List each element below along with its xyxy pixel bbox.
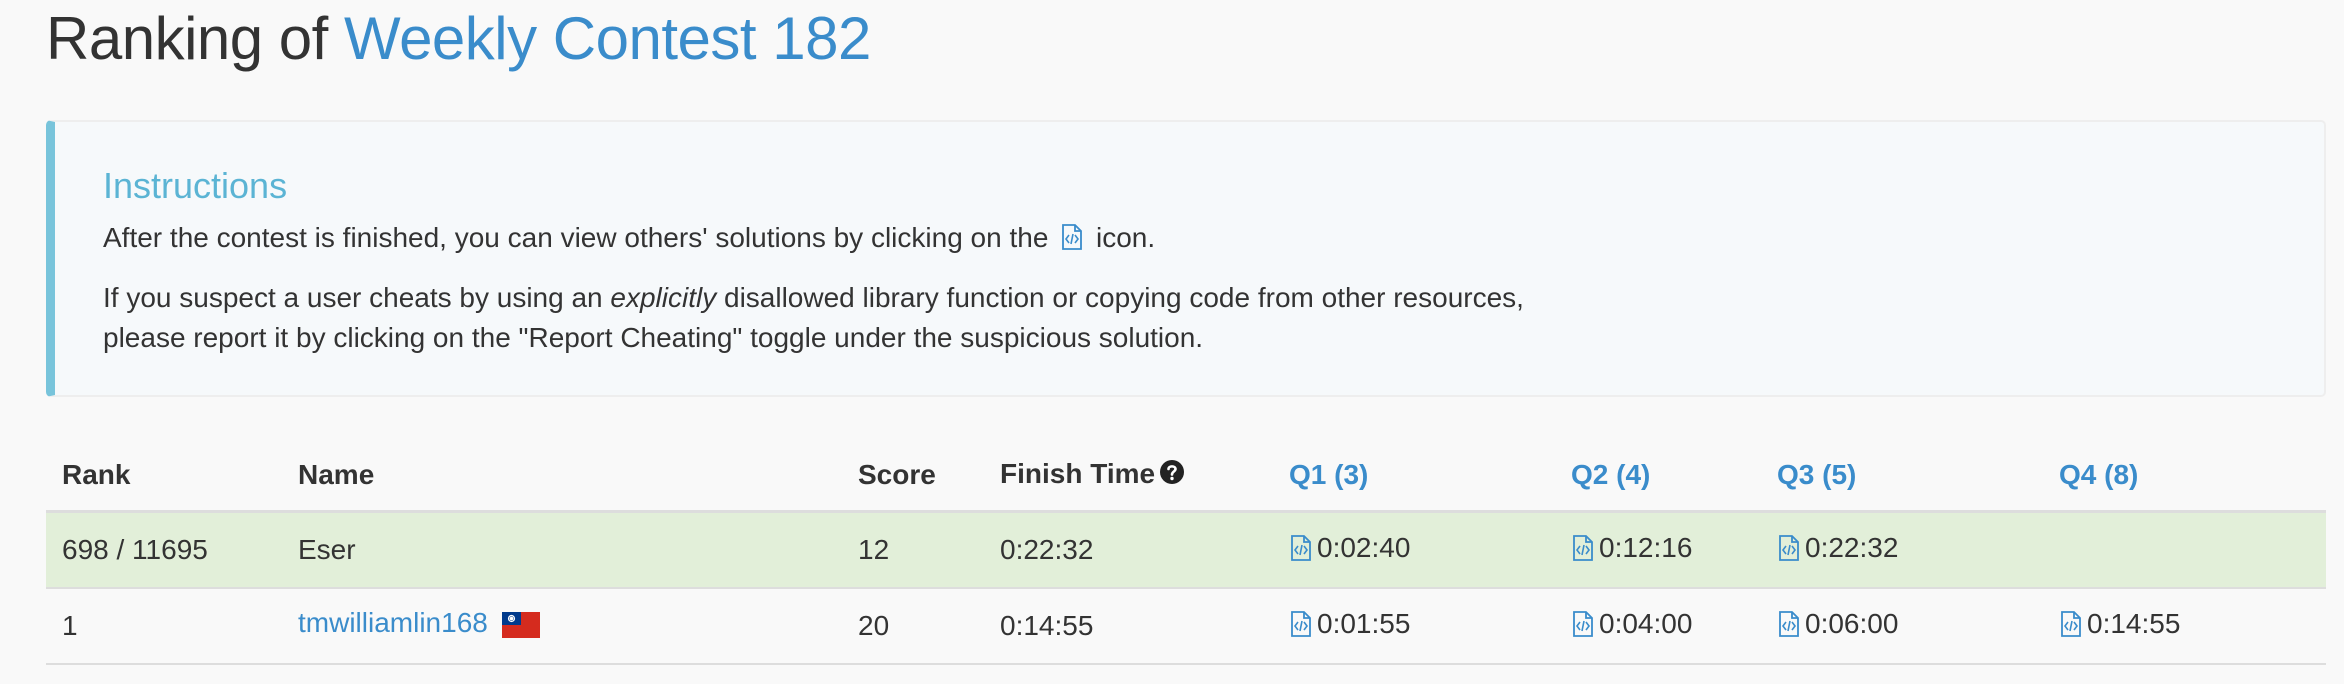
ranking-table: Rank Name Score Finish Time Q1 (3) Q2 (4… — [46, 440, 2326, 665]
instructions-paragraph-2: If you suspect a user cheats by using an… — [103, 278, 1703, 358]
code-file-icon — [1060, 222, 1084, 262]
code-file-icon[interactable] — [1571, 610, 1595, 645]
q1-time: 0:02:40 — [1317, 531, 1411, 563]
question-circle-icon[interactable] — [1159, 459, 1185, 492]
cell-rank: 698 / 11695 — [46, 511, 282, 589]
header-finish-time-label: Finish Time — [1000, 458, 1156, 489]
code-file-icon[interactable] — [1289, 610, 1313, 645]
instructions-heading: Instructions — [103, 165, 288, 206]
instructions-p2-line-1: If you suspect a user cheats by using an… — [103, 278, 1703, 318]
code-file-icon[interactable] — [2059, 610, 2083, 645]
contest-link[interactable]: Weekly Contest 182 — [344, 5, 871, 72]
q3-time: 0:22:32 — [1805, 531, 1899, 563]
cell-name: tmwilliamlin168 — [282, 588, 842, 665]
header-q1[interactable]: Q1 (3) — [1273, 440, 1555, 513]
instructions-p1-text-before: After the contest is finished, you can v… — [103, 222, 1057, 253]
table-header-row: Rank Name Score Finish Time Q1 (3) Q2 (4… — [46, 440, 2326, 513]
cell-q4 — [2043, 511, 2326, 589]
cell-q1: 0:02:40 — [1273, 511, 1555, 589]
table-row-current-user: 698 / 11695 Eser 12 0:22:32 0:02:40 0:12… — [46, 511, 2326, 589]
q2-time: 0:04:00 — [1599, 607, 1693, 639]
header-q4[interactable]: Q4 (8) — [2043, 440, 2326, 513]
instructions-paragraph-1: After the contest is finished, you can v… — [103, 218, 1155, 262]
cell-q4: 0:14:55 — [2043, 588, 2326, 665]
cell-finish-time: 0:22:32 — [984, 511, 1273, 589]
taiwan-flag-icon — [501, 612, 540, 645]
header-finish-time: Finish Time — [984, 440, 1273, 513]
instructions-panel: Instructions After the contest is finish… — [46, 120, 2326, 397]
code-file-icon[interactable] — [1777, 534, 1801, 569]
header-q3[interactable]: Q3 (5) — [1761, 440, 2043, 513]
table-row: 1 tmwilliamlin168 20 0:14:55 0:01:55 0:0… — [46, 588, 2326, 665]
cell-q3: 0:06:00 — [1761, 588, 2043, 665]
cell-q1: 0:01:55 — [1273, 588, 1555, 665]
q4-time: 0:14:55 — [2087, 607, 2181, 639]
cell-score: 20 — [842, 588, 984, 665]
header-rank: Rank — [46, 440, 282, 513]
page-title: Ranking of Weekly Contest 182 — [46, 0, 871, 78]
q3-time: 0:06:00 — [1805, 607, 1899, 639]
code-file-icon[interactable] — [1571, 534, 1595, 569]
cell-q2: 0:12:16 — [1555, 511, 1761, 589]
cell-rank: 1 — [46, 588, 282, 665]
q2-time: 0:12:16 — [1599, 531, 1693, 563]
user-profile-link[interactable]: tmwilliamlin168 — [298, 607, 488, 638]
instructions-p2-line-2: please report it by clicking on the "Rep… — [103, 322, 1204, 353]
instructions-p2-text-before: If you suspect a user cheats by using an — [103, 282, 611, 313]
code-file-icon[interactable] — [1777, 610, 1801, 645]
header-name: Name — [282, 440, 842, 513]
cell-name: Eser — [282, 511, 842, 589]
instructions-p2-emphasis: explicitly — [610, 282, 717, 313]
instructions-p2-text-after: disallowed library function or copying c… — [716, 282, 1524, 313]
header-score: Score — [842, 440, 984, 513]
cell-q3: 0:22:32 — [1761, 511, 2043, 589]
cell-finish-time: 0:14:55 — [984, 588, 1273, 665]
code-file-icon[interactable] — [1289, 534, 1313, 569]
instructions-p1-text-after: icon. — [1088, 222, 1156, 253]
page-title-prefix: Ranking of — [46, 5, 345, 72]
cell-q2: 0:04:00 — [1555, 588, 1761, 665]
q1-time: 0:01:55 — [1317, 607, 1411, 639]
cell-score: 12 — [842, 511, 984, 589]
header-q2[interactable]: Q2 (4) — [1555, 440, 1761, 513]
